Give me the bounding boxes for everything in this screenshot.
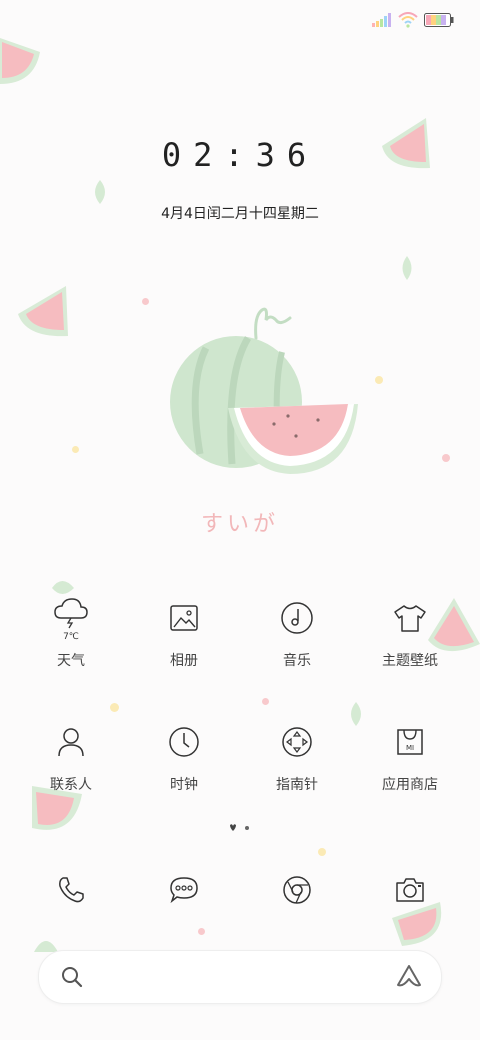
assistant-icon[interactable] <box>395 963 423 989</box>
search-icon <box>62 967 83 988</box>
app-themes[interactable]: 主题壁纸 <box>355 598 465 670</box>
confetti-dot <box>198 928 205 935</box>
dock-browser[interactable] <box>272 870 322 910</box>
phone-icon <box>59 877 84 903</box>
watermelon-illustration <box>170 307 358 474</box>
clock-time[interactable]: 02:36 <box>0 136 480 174</box>
app-store-icon <box>390 722 430 762</box>
confetti-dot <box>318 848 326 856</box>
search-bar[interactable] <box>38 950 442 1004</box>
dock-phone[interactable] <box>46 870 96 910</box>
page-indicator-dot <box>245 826 249 830</box>
app-contacts[interactable]: 联系人 <box>16 722 126 794</box>
confetti-dot <box>262 698 269 705</box>
confetti-dot <box>142 298 149 305</box>
confetti-dot <box>442 454 450 462</box>
app-label: 指南针 <box>276 777 318 793</box>
status-bar <box>372 8 454 32</box>
watermelon-slice-decoration <box>18 286 68 337</box>
app-gallery[interactable]: 相册 <box>129 598 239 670</box>
signature-text: すいが <box>200 512 279 537</box>
clock-icon <box>164 722 204 762</box>
date-text: 4月4日闰二月十四星期二 <box>161 206 319 222</box>
signal-icon <box>372 13 391 27</box>
app-label: 相册 <box>170 653 198 669</box>
browser-icon <box>283 876 311 904</box>
page-indicator[interactable] <box>228 823 252 833</box>
weather-temperature: 7℃ <box>63 632 79 642</box>
dock-messages[interactable] <box>159 870 209 910</box>
app-store-badge: MI <box>405 744 415 752</box>
contacts-icon <box>51 722 91 762</box>
music-icon <box>277 598 317 638</box>
themes-icon <box>390 598 430 638</box>
app-label: 主题壁纸 <box>382 653 438 669</box>
confetti-dot <box>375 376 383 384</box>
dock-camera[interactable] <box>385 870 435 910</box>
app-label: 天气 <box>57 653 85 669</box>
watermelon-slice-decoration <box>0 38 40 84</box>
app-label: 时钟 <box>170 777 198 793</box>
app-music[interactable]: 音乐 <box>242 598 352 670</box>
app-clock[interactable]: 时钟 <box>129 722 239 794</box>
app-label: 应用商店 <box>382 777 438 793</box>
gallery-icon <box>164 598 204 638</box>
messages-icon <box>170 877 198 904</box>
app-label: 联系人 <box>50 777 92 793</box>
page-indicator-active <box>230 824 236 831</box>
wifi-icon <box>398 12 418 28</box>
camera-icon <box>396 878 424 902</box>
app-weather[interactable]: 7℃ 天气 <box>16 598 126 670</box>
leaf-icon <box>52 581 74 594</box>
confetti-dot <box>110 703 119 712</box>
battery-icon <box>424 13 454 27</box>
leaf-icon <box>402 256 412 280</box>
confetti-dot <box>72 446 79 453</box>
app-compass[interactable]: 指南针 <box>242 722 352 794</box>
app-store[interactable]: MI 应用商店 <box>355 722 465 794</box>
compass-icon <box>277 722 317 762</box>
app-label: 音乐 <box>283 653 311 669</box>
